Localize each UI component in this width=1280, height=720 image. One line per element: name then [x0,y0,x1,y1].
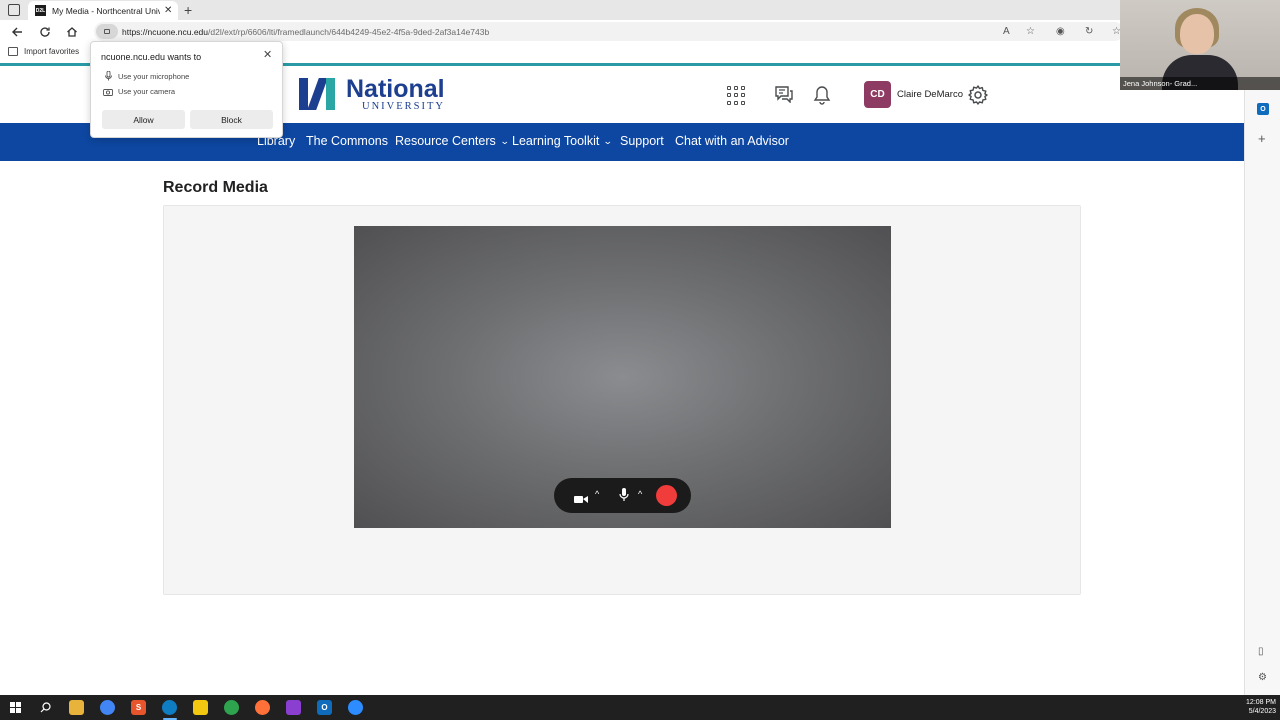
chevron-down-icon: ⌄ [499,135,510,146]
extension-icon[interactable]: ◉ [1056,26,1065,37]
close-icon[interactable]: ✕ [263,48,272,61]
browser-tab-active[interactable]: D2L My Media - Northcentral Univers ✕ [28,1,178,20]
d2l-favicon-icon: D2L [35,5,46,16]
read-aloud-icon[interactable]: A [1003,26,1010,37]
sync-icon[interactable]: ↻ [1085,26,1093,37]
avatar[interactable]: CD [864,81,891,108]
chrome-icon[interactable] [100,700,115,715]
nav-resource-centers[interactable]: Resource Centers ⌄ [395,134,510,148]
record-button[interactable] [656,485,677,506]
notifications-bell-icon[interactable] [813,85,831,105]
zoom-icon[interactable] [348,700,363,715]
nu-logo-mark-icon [296,75,340,113]
import-icon [8,47,18,56]
system-clock[interactable]: 12:08 PM 5/4/2023 [1236,698,1276,716]
microphone-toggle-icon[interactable] [619,488,629,502]
lock-icon[interactable] [96,24,118,39]
tab-title: My Media - Northcentral Univers [52,5,160,16]
block-button[interactable]: Block [190,110,273,129]
nav-support[interactable]: Support [620,134,664,148]
permission-item-camera: Use your camera [103,87,175,96]
sticky-notes-icon[interactable] [193,700,208,715]
windows-taskbar: S O 12:08 PM 5/4/2023 [0,695,1280,720]
outlook-taskbar-icon[interactable]: O [317,700,332,715]
tab-actions-icon[interactable] [8,4,20,16]
clock-time: 12:08 PM [1246,699,1276,706]
add-sidebar-app-icon[interactable]: + [1258,131,1266,146]
course-selector-grid-icon[interactable] [727,86,746,105]
camera-preview: ^ ^ [354,226,891,528]
permission-item-microphone: Use your microphone [103,71,189,81]
import-favorites-button[interactable]: Import favorites [8,47,79,56]
back-icon[interactable] [9,24,25,40]
lms-page: National UNIVERSITY CD Claire DeMarco Li… [0,63,1244,695]
browser-tab-bar: D2L My Media - Northcentral Univers ✕ + [0,0,1280,20]
maps-icon[interactable] [224,700,239,715]
video-call-thumbnail[interactable]: Jena Johnson- Grad... [1120,0,1280,90]
camera-icon [103,88,113,96]
microphone-options-caret-icon[interactable]: ^ [638,489,642,499]
hide-sidebar-icon[interactable]: ▯ [1258,646,1264,657]
chevron-down-icon: ⌄ [603,135,614,146]
edge-sidebar: O + ▯ ⚙ [1244,90,1280,695]
clock-date: 5/4/2023 [1248,708,1276,715]
username[interactable]: Claire DeMarco [897,89,963,100]
search-icon[interactable] [38,700,53,715]
settings-gear-icon[interactable] [967,84,989,106]
national-university-logo[interactable]: National UNIVERSITY [296,75,445,113]
import-favorites-label: Import favorites [24,47,80,56]
messages-icon[interactable] [774,85,794,104]
refresh-icon[interactable] [37,24,53,40]
record-media-panel: ^ ^ [163,205,1081,595]
edge-icon[interactable] [162,700,177,715]
tab-close-icon[interactable]: ✕ [164,5,172,16]
camera-options-caret-icon[interactable]: ^ [595,489,599,499]
snagit-icon[interactable]: S [131,700,146,715]
address-bar[interactable]: https://ncuone.ncu.edu/d2l/ext/rp/6606/l… [94,22,1124,41]
recorder-controls: ^ ^ [554,478,691,513]
sidebar-settings-gear-icon[interactable]: ⚙ [1258,672,1267,683]
participant-name: Jena Johnson- Grad... [1120,77,1280,90]
url-text: https://ncuone.ncu.edu/d2l/ext/rp/6606/l… [122,26,490,37]
nav-chat-with-advisor[interactable]: Chat with an Advisor [675,134,789,148]
allow-button[interactable]: Allow [102,110,185,129]
nav-the-commons[interactable]: The Commons [306,134,388,148]
windows-start-icon[interactable] [8,700,23,715]
browser-toolbar: https://ncuone.ncu.edu/d2l/ext/rp/6606/l… [0,20,1280,43]
firefox-icon[interactable] [255,700,270,715]
new-tab-icon[interactable]: + [184,2,192,18]
logo-word: National [346,74,445,103]
logo-sub: UNIVERSITY [362,100,445,112]
file-explorer-icon[interactable] [69,700,84,715]
site-permission-popup: ncuone.ncu.edu wants to ✕ Use your micro… [90,41,283,138]
app-icon[interactable] [286,700,301,715]
outlook-icon[interactable]: O [1257,103,1269,115]
camera-toggle-icon[interactable] [574,491,588,503]
favorite-star-icon[interactable]: ☆ [1026,26,1035,37]
home-icon[interactable] [64,24,80,40]
page-title: Record Media [163,179,268,196]
microphone-icon [103,71,113,81]
nav-learning-toolkit[interactable]: Learning Toolkit ⌄ [512,134,614,148]
permission-title: ncuone.ncu.edu wants to [101,52,202,62]
